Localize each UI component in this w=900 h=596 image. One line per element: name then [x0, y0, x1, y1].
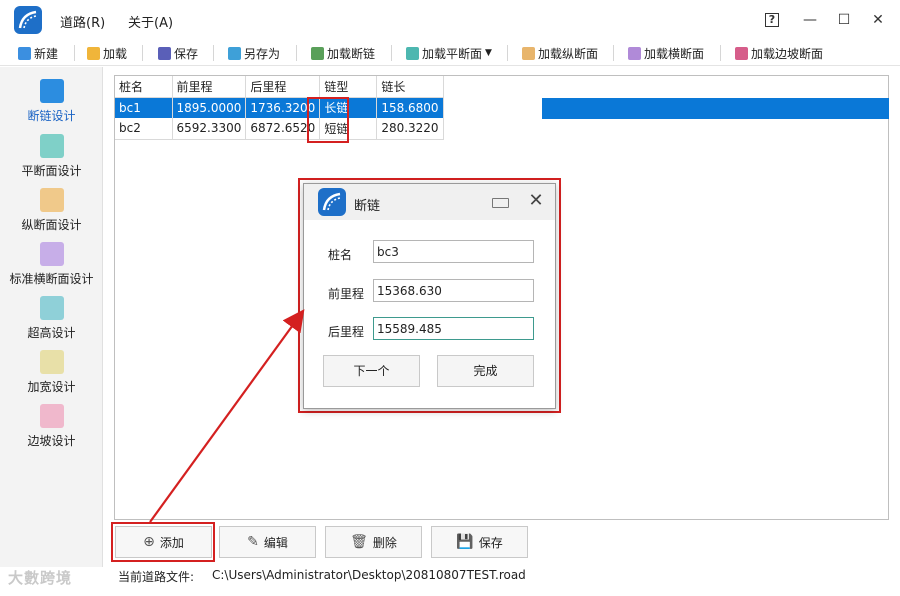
minimize-button[interactable]: —: [800, 10, 820, 30]
profile-design-icon: [39, 188, 64, 212]
table-cell: 1895.0000: [172, 97, 247, 118]
data-grid: 桩名 前里程 后里程 链型 链长 bc1 1895.0000 1736.3200…: [115, 76, 444, 140]
widening-icon: [39, 350, 64, 374]
table-cell: bc2: [115, 118, 173, 140]
load-plan-button[interactable]: 加载平断面 ▼: [406, 43, 492, 63]
delete-button[interactable]: 🗑 删除: [325, 526, 422, 558]
selected-row-fill: [542, 98, 889, 119]
table-cell: 158.6800: [376, 97, 444, 118]
load-profile-button[interactable]: 加载纵断面: [522, 43, 598, 63]
table-cell: bc1: [115, 97, 173, 118]
load-slope-button[interactable]: 加载边坡断面: [735, 43, 823, 63]
dialog-close-icon[interactable]: ✕: [526, 190, 546, 212]
broken-chain-design-icon: [39, 79, 64, 103]
next-button[interactable]: 下一个: [323, 355, 420, 387]
sidebar-item-profile[interactable]: 纵断面设计: [0, 188, 103, 233]
table-cell: 280.3220: [376, 118, 444, 140]
save-icon: [158, 46, 171, 60]
maximize-button[interactable]: ☐: [834, 10, 854, 30]
current-file-path: C:\Users\Administrator\Desktop\20810807T…: [212, 568, 526, 582]
new-button[interactable]: 新建: [18, 43, 58, 63]
front-mileage-input[interactable]: [373, 279, 534, 302]
col-header-length[interactable]: 链长: [376, 76, 444, 98]
save-as-icon: [228, 46, 241, 60]
broken-chain-dialog: 断链 ✕ 桩名 前里程 后里程 下一个 完成: [303, 183, 556, 409]
save-button[interactable]: 保存: [158, 43, 198, 63]
new-file-icon: [18, 46, 31, 60]
table-cell: 短链: [319, 118, 378, 140]
sidebar-item-widening[interactable]: 加宽设计: [0, 350, 103, 395]
col-header-type[interactable]: 链型: [319, 76, 378, 98]
table-row[interactable]: bc2 6592.3300 6872.6520 短链 280.3220: [115, 118, 444, 140]
sidebar: 断链设计 平断面设计 纵断面设计 标准横断面设计 超高设计 加宽设计 边坡设计: [0, 67, 103, 567]
edit-button[interactable]: ✎ 编辑: [219, 526, 316, 558]
name-label: 桩名: [328, 248, 353, 262]
trash-icon: 🗑: [350, 534, 368, 550]
plan-section-icon: [406, 46, 419, 60]
table-cell: 6592.3300: [172, 118, 247, 140]
load-broken-chain-button[interactable]: 加载断链: [311, 43, 375, 63]
slope-design-icon: [39, 404, 64, 428]
save-as-button[interactable]: 另存为: [228, 43, 280, 63]
status-label: 当前道路文件:: [118, 570, 195, 584]
sidebar-item-plan[interactable]: 平断面设计: [0, 134, 103, 179]
title-bar: 道路(R) 关于(A) ? — ☐ ✕: [0, 0, 900, 40]
slope-section-icon: [735, 46, 748, 60]
plus-circle-icon: ⊕: [143, 534, 155, 550]
sidebar-item-cross[interactable]: 标准横断面设计: [0, 242, 103, 287]
table-cell: 6872.6520: [245, 118, 321, 140]
sidebar-item-superelevation[interactable]: 超高设计: [0, 296, 103, 341]
table-row[interactable]: bc1 1895.0000 1736.3200 长链 158.6800: [115, 97, 444, 118]
dialog-logo-icon: [318, 188, 346, 216]
load-button[interactable]: 加载: [87, 43, 127, 63]
name-input[interactable]: [373, 240, 534, 263]
col-header-back[interactable]: 后里程: [245, 76, 321, 98]
dropdown-arrow-icon: ▼: [485, 48, 492, 58]
plan-design-icon: [39, 134, 64, 158]
cross-design-icon: [39, 242, 64, 266]
toolbar: 新建 加载 保存 另存为 加载断链 加载平断面 ▼ 加载纵断面 加载横断面 加载边…: [0, 40, 900, 66]
add-button[interactable]: ⊕ 添加: [115, 526, 212, 558]
broken-chain-icon: [311, 46, 324, 60]
table-cell: 1736.3200: [245, 97, 321, 118]
watermark: 大數跨境: [8, 569, 73, 587]
done-button[interactable]: 完成: [437, 355, 534, 387]
load-cross-button[interactable]: 加载横断面: [628, 43, 704, 63]
front-mileage-label: 前里程: [328, 287, 365, 301]
help-icon: ?: [765, 13, 779, 27]
pencil-icon: ✎: [247, 534, 259, 550]
menu-road[interactable]: 道路(R): [60, 12, 105, 31]
back-mileage-label: 后里程: [328, 325, 365, 339]
sidebar-item-broken-chain[interactable]: 断链设计: [0, 79, 103, 124]
dialog-title: 断链: [354, 199, 381, 214]
superelevation-icon: [39, 296, 64, 320]
dialog-title-bar: 断链 ✕: [304, 184, 555, 220]
help-button[interactable]: ?: [762, 10, 782, 30]
save-table-button[interactable]: 💾 保存: [431, 526, 528, 558]
close-button[interactable]: ✕: [868, 10, 888, 30]
sidebar-item-slope[interactable]: 边坡设计: [0, 404, 103, 449]
folder-icon: [87, 46, 100, 60]
floppy-icon: 💾: [456, 534, 474, 550]
back-mileage-input[interactable]: [373, 317, 534, 340]
table-cell: 长链: [319, 97, 378, 118]
col-header-front[interactable]: 前里程: [172, 76, 247, 98]
menu-about[interactable]: 关于(A): [128, 12, 173, 31]
cross-section-icon: [628, 46, 641, 60]
col-header-name[interactable]: 桩名: [115, 76, 173, 98]
profile-section-icon: [522, 46, 535, 60]
app-logo-icon: [14, 6, 42, 34]
keyboard-icon[interactable]: [492, 198, 509, 208]
status-bar: 当前道路文件: C:\Users\Administrator\Desktop\2…: [0, 566, 900, 588]
